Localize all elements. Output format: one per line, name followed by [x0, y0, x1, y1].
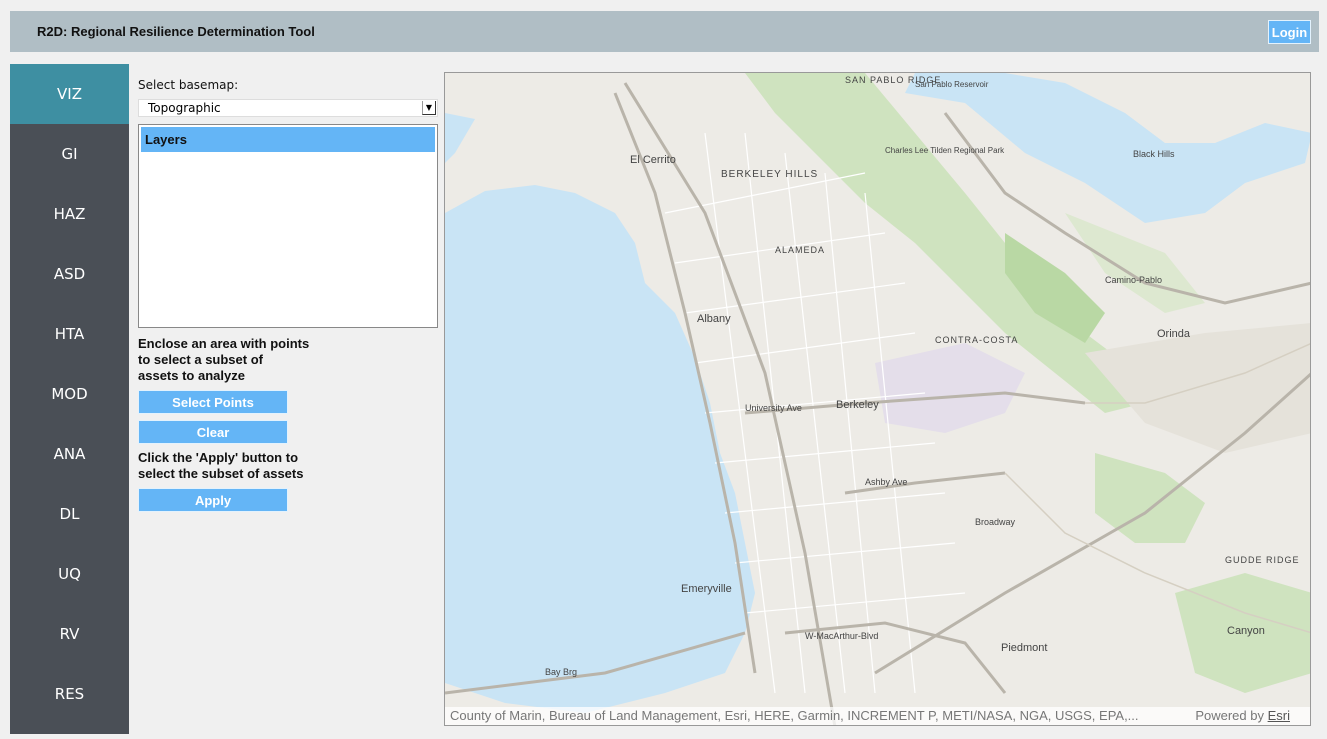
sidebar-item-uq[interactable]: UQ	[10, 544, 129, 604]
map-label-orinda: Orinda	[1157, 328, 1191, 340]
attribution-text: County of Marin, Bureau of Land Manageme…	[450, 708, 1139, 723]
map-label-canyon: Canyon	[1227, 625, 1265, 637]
chevron-down-icon[interactable]: ▼	[422, 101, 436, 115]
sidebar-item-ana[interactable]: ANA	[10, 424, 129, 484]
basemap-value: Topographic	[148, 101, 221, 115]
login-button[interactable]: Login	[1268, 20, 1311, 44]
map-label-bay-brg: Bay Brg	[545, 667, 577, 677]
controls-panel: Select basemap: Topographic ▼ Layers Enc…	[138, 78, 438, 512]
sidebar-item-asd[interactable]: ASD	[10, 244, 129, 304]
app-header: R2D: Regional Resilience Determination T…	[10, 11, 1319, 52]
sidebar-item-viz[interactable]: VIZ	[10, 64, 129, 124]
sidebar-item-dl[interactable]: DL	[10, 484, 129, 544]
map-label-black-hills: Black Hills	[1133, 149, 1175, 159]
map-label-contra-costa: CONTRA-COSTA	[935, 335, 1018, 345]
sidebar-item-haz[interactable]: HAZ	[10, 184, 129, 244]
apply-instructions: Click the 'Apply' button to select the s…	[138, 450, 438, 482]
sidebar: VIZ GI HAZ ASD HTA MOD ANA DL UQ RV RES	[10, 64, 129, 734]
sidebar-item-res[interactable]: RES	[10, 664, 129, 724]
map-label-berkeley-hills: BERKELEY HILLS	[721, 169, 818, 180]
powered-by: Powered by Esri	[1195, 707, 1290, 725]
layers-header[interactable]: Layers	[141, 127, 435, 152]
map-label-tilden: Charles Lee Tilden Regional Park	[885, 146, 1005, 155]
clear-button[interactable]: Clear	[138, 420, 288, 444]
map-label-san-pablo-reservoir: San Pablo Reservoir	[915, 80, 989, 89]
basemap-select[interactable]: Topographic ▼	[138, 99, 438, 117]
map-view[interactable]: El Cerrito BERKELEY HILLS Albany Berkele…	[444, 72, 1311, 726]
map-label-ashby-ave: Ashby Ave	[865, 477, 907, 487]
esri-link[interactable]: Esri	[1268, 708, 1290, 723]
map-label-gudde-ridge: GUDDE RIDGE	[1225, 555, 1300, 565]
sidebar-item-hta[interactable]: HTA	[10, 304, 129, 364]
map-label-university-ave: University Ave	[745, 403, 802, 413]
select-points-button[interactable]: Select Points	[138, 390, 288, 414]
layers-panel[interactable]: Layers	[138, 124, 438, 328]
apply-text-line-2: select the subset of assets	[138, 466, 304, 481]
map-label-el-cerrito: El Cerrito	[630, 154, 676, 166]
map-label-macarthur: W-MacArthur-Blvd	[805, 631, 878, 641]
map-canvas[interactable]: El Cerrito BERKELEY HILLS Albany Berkele…	[445, 73, 1311, 726]
enclose-text-line-1: Enclose an area with points	[138, 336, 310, 351]
apply-button[interactable]: Apply	[138, 488, 288, 512]
apply-text-line-1: Click the 'Apply' button to	[138, 450, 299, 465]
basemap-label: Select basemap:	[138, 78, 239, 92]
map-label-berkeley: Berkeley	[836, 399, 879, 411]
map-label-emeryville: Emeryville	[681, 583, 732, 595]
sidebar-item-gi[interactable]: GI	[10, 124, 129, 184]
enclose-text-line-2: to select a subset of	[138, 352, 263, 367]
powered-by-text: Powered by	[1195, 708, 1264, 723]
enclose-instructions: Enclose an area with points to select a …	[138, 336, 438, 384]
enclose-text-line-3: assets to analyze	[138, 368, 245, 383]
app-title: R2D: Regional Resilience Determination T…	[37, 24, 315, 39]
sidebar-item-mod[interactable]: MOD	[10, 364, 129, 424]
map-label-albany: Albany	[697, 313, 731, 325]
map-label-broadway: Broadway	[975, 517, 1016, 527]
map-label-camino-pablo: Camino-Pablo	[1105, 275, 1162, 285]
map-label-piedmont: Piedmont	[1001, 642, 1047, 654]
sidebar-item-rv[interactable]: RV	[10, 604, 129, 664]
map-label-alameda: ALAMEDA	[775, 245, 825, 255]
map-attribution: County of Marin, Bureau of Land Manageme…	[445, 707, 1310, 725]
